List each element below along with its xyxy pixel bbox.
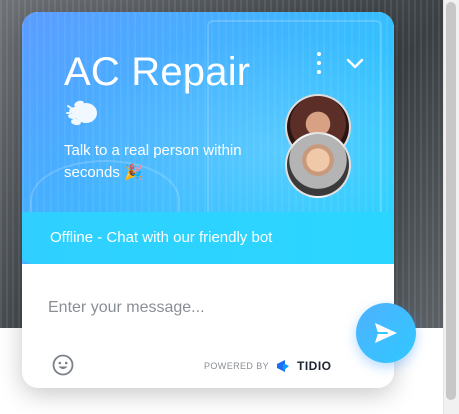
status-text: Offline - Chat with our friendly bot [50, 229, 273, 246]
chat-title: AC Repair [64, 50, 251, 94]
waving-hand-icon [66, 100, 97, 126]
message-input[interactable] [48, 294, 318, 322]
chat-subtitle: Talk to a real person within seconds 🎉 [64, 142, 242, 181]
agent-avatar [285, 132, 351, 198]
chevron-down-icon[interactable] [344, 54, 366, 72]
kebab-menu-icon [317, 52, 321, 56]
scrollbar-thumb[interactable] [446, 2, 456, 400]
more-options-button[interactable] [312, 52, 326, 74]
chat-widget: AC Repair Talk to a real person within s… [22, 12, 394, 388]
paper-plane-icon [375, 323, 397, 343]
powered-by-label: POWERED BY [204, 361, 270, 371]
powered-by-tidio[interactable]: POWERED BY TIDIO [204, 358, 332, 374]
message-composer: POWERED BY TIDIO [22, 280, 394, 388]
smiley-icon[interactable] [52, 354, 74, 376]
tidio-logo-icon [277, 360, 290, 372]
send-button[interactable] [356, 303, 416, 363]
tidio-brand-name: TIDIO [297, 359, 332, 373]
page-scrollbar[interactable] [443, 0, 459, 414]
chat-header: AC Repair Talk to a real person within s… [22, 12, 394, 264]
